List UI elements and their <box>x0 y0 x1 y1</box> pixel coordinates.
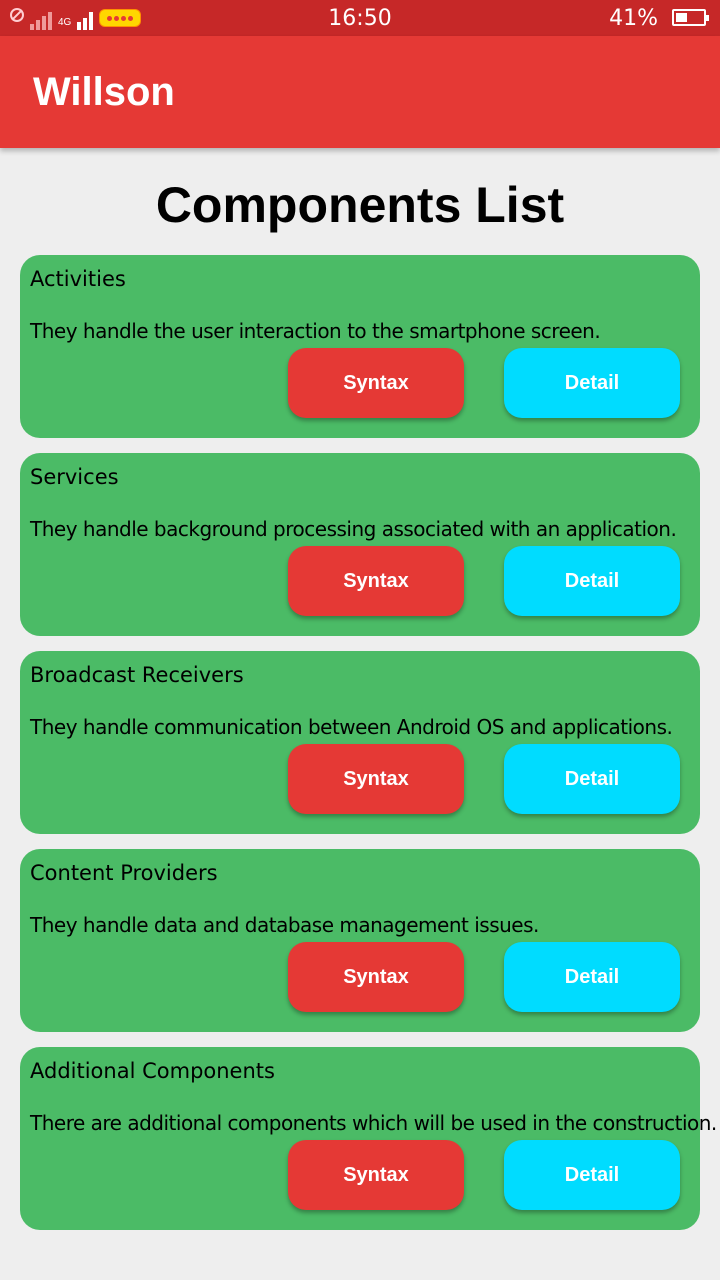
component-description: They handle data and database management… <box>30 913 539 937</box>
component-card-content-providers: Content Providers They handle data and d… <box>20 849 700 1032</box>
component-description: They handle communication between Androi… <box>30 715 673 739</box>
component-card-activities: Activities They handle the user interact… <box>20 255 700 438</box>
component-name: Content Providers <box>30 861 218 885</box>
detail-button[interactable]: Detail <box>504 348 680 418</box>
detail-button[interactable]: Detail <box>504 546 680 616</box>
syntax-button[interactable]: Syntax <box>288 942 464 1012</box>
component-name: Broadcast Receivers <box>30 663 244 687</box>
syntax-button[interactable]: Syntax <box>288 348 464 418</box>
status-bar: 4G 16:50 41% <box>0 0 720 36</box>
syntax-button[interactable]: Syntax <box>288 546 464 616</box>
component-card-broadcast-receivers: Broadcast Receivers They handle communic… <box>20 651 700 834</box>
battery-icon <box>672 9 709 26</box>
component-name: Additional Components <box>30 1059 275 1083</box>
component-card-services: Services They handle background processi… <box>20 453 700 636</box>
app-bar: Willson <box>0 36 720 148</box>
app-title: Willson <box>33 70 175 114</box>
component-description: They handle the user interaction to the … <box>30 319 601 343</box>
component-name: Activities <box>30 267 126 291</box>
detail-button[interactable]: Detail <box>504 942 680 1012</box>
syntax-button[interactable]: Syntax <box>288 744 464 814</box>
page-title: Components List <box>155 177 565 233</box>
component-card-additional-components: Additional Components There are addition… <box>20 1047 717 1230</box>
component-description: They handle background processing associ… <box>30 517 677 541</box>
detail-button[interactable]: Detail <box>504 744 680 814</box>
component-description: There are additional components which wi… <box>30 1111 717 1135</box>
battery-percent: 41% <box>609 6 658 31</box>
component-name: Services <box>30 465 119 489</box>
syntax-button[interactable]: Syntax <box>288 1140 464 1210</box>
detail-button[interactable]: Detail <box>504 1140 680 1210</box>
